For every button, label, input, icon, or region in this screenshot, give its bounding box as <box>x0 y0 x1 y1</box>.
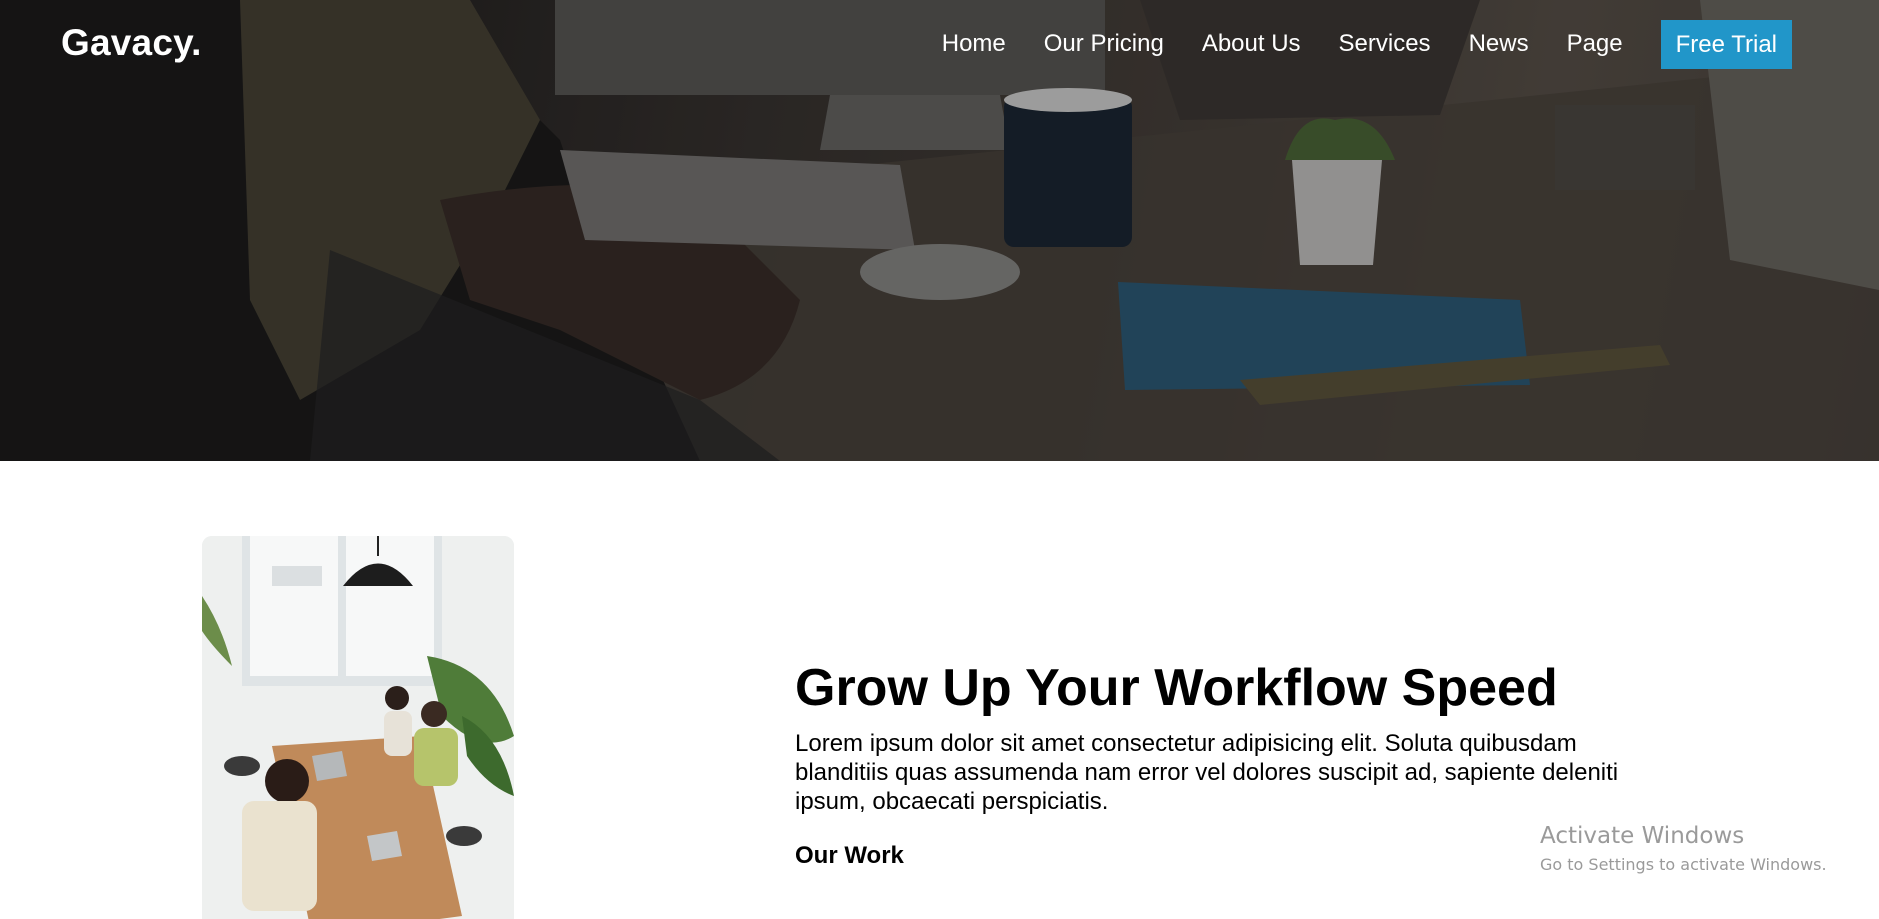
activate-windows-watermark: Activate Windows Go to Settings to activ… <box>1540 820 1827 876</box>
team-meeting-photo <box>202 536 514 919</box>
site-logo[interactable]: Gavacy. <box>61 22 202 64</box>
free-trial-button[interactable]: Free Trial <box>1660 19 1792 69</box>
page: Gavacy. Home Our Pricing About Us Servic… <box>0 0 1879 919</box>
nav-link-news[interactable]: News <box>1469 19 1529 69</box>
feature-description: Lorem ipsum dolor sit amet consectetur a… <box>795 730 1619 815</box>
hero-desk-image <box>0 0 1879 461</box>
nav-link-home[interactable]: Home <box>942 19 1006 69</box>
team-meeting-image <box>202 536 514 919</box>
nav-link-our-pricing[interactable]: Our Pricing <box>1044 19 1164 69</box>
feature-title: Grow Up Your Workflow Speed <box>795 659 1558 717</box>
nav-link-services[interactable]: Services <box>1339 19 1431 69</box>
main-nav: Home Our Pricing About Us Services News … <box>942 19 1792 69</box>
activate-windows-subtitle: Go to Settings to activate Windows. <box>1540 855 1827 874</box>
nav-link-page[interactable]: Page <box>1567 19 1623 69</box>
hero-banner: Gavacy. Home Our Pricing About Us Servic… <box>0 0 1879 461</box>
nav-link-about-us[interactable]: About Us <box>1202 19 1301 69</box>
activate-windows-title: Activate Windows <box>1540 823 1745 849</box>
